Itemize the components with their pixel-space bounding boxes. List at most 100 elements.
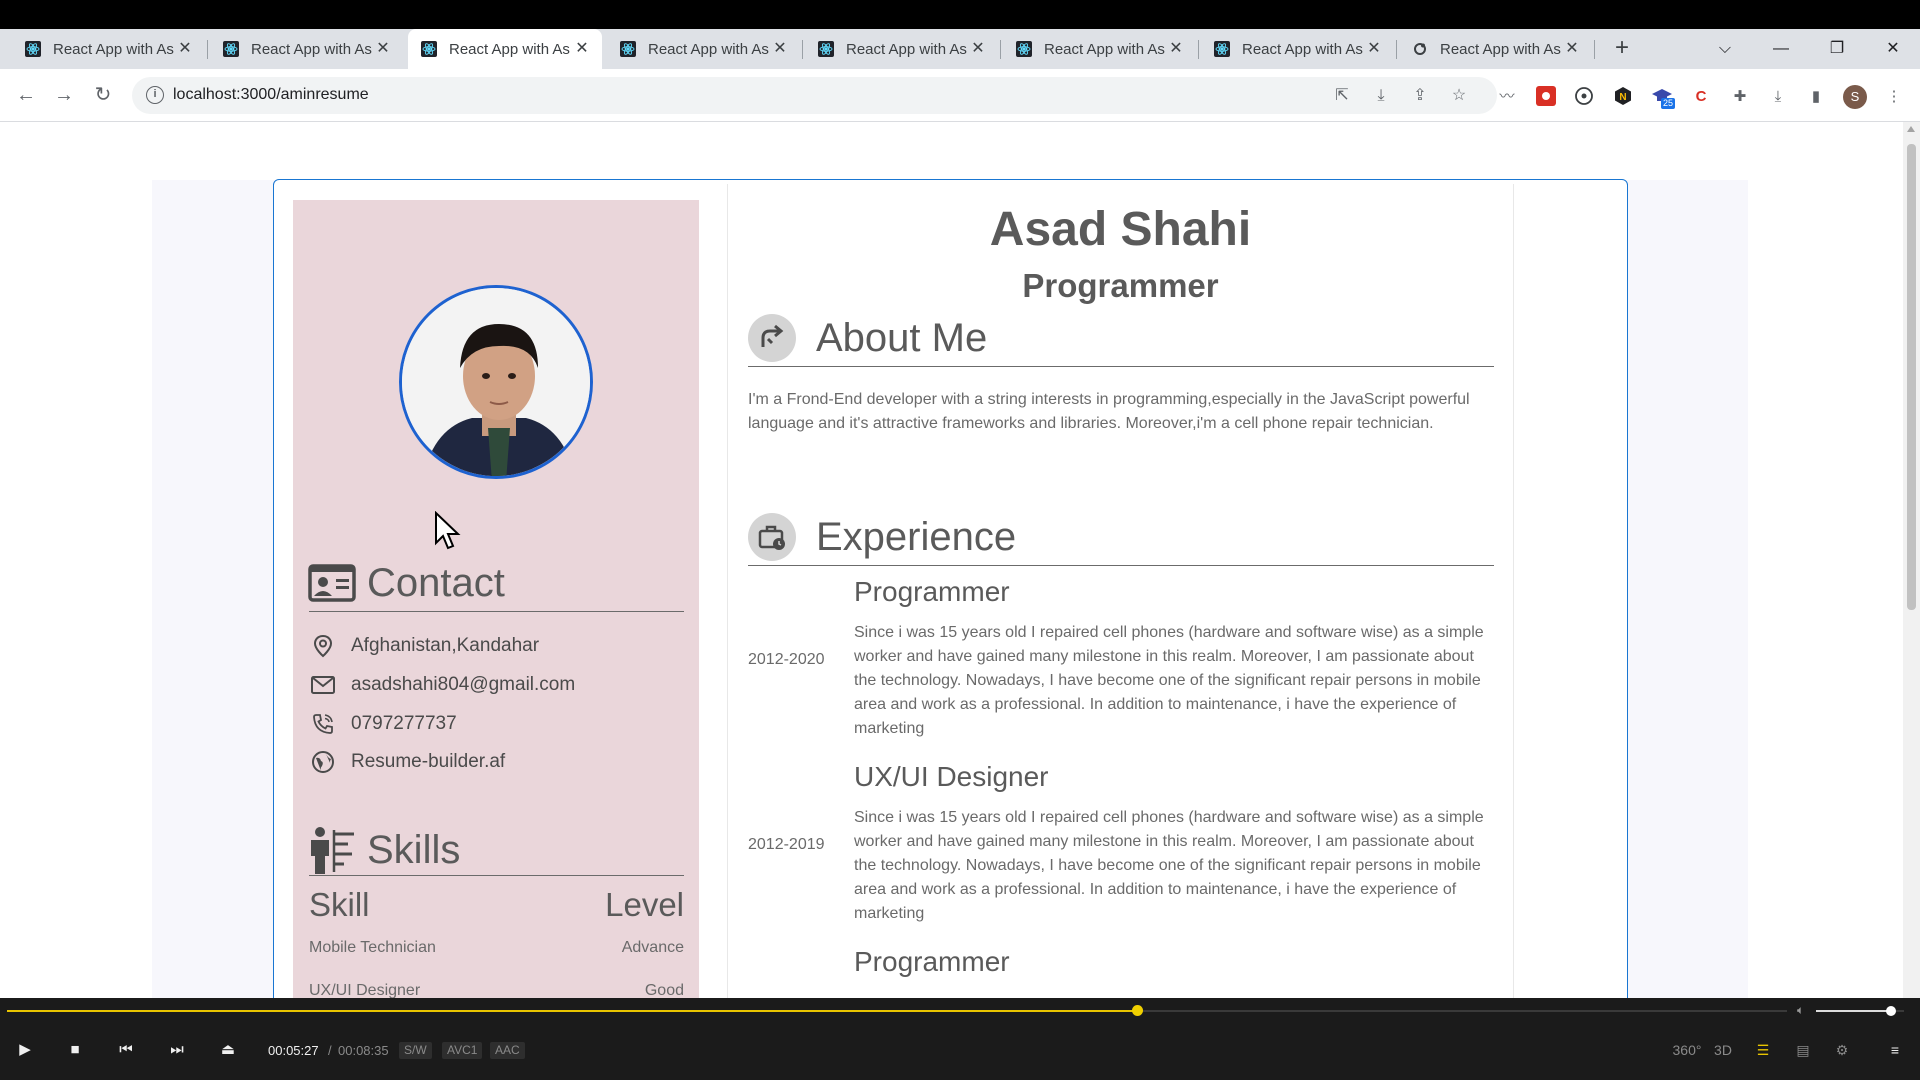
experience-title: Programmer [854, 576, 1010, 607]
scroll-up-arrow-icon[interactable] [1907, 126, 1915, 132]
contact-phone[interactable]: 0797277737 [309, 712, 457, 736]
restore-button[interactable]: ❐ [1809, 29, 1865, 69]
experience-description: Since i was 15 years old I repaired cell… [854, 624, 1484, 737]
contact-card-icon [308, 564, 356, 602]
skill-name: UX/UI Designer [309, 982, 421, 998]
volume-handle[interactable] [1885, 1006, 1896, 1016]
forward-button[interactable]: → [50, 81, 78, 109]
tab-close-icon[interactable]: ✕ [373, 39, 393, 59]
reload-button[interactable]: ↻ [89, 81, 117, 109]
3d-button[interactable]: 3D [1710, 1040, 1736, 1060]
previous-button[interactable]: ⏮ [113, 1038, 139, 1062]
contact-website[interactable]: Resume-builder.af [309, 750, 505, 774]
extension-hex-icon[interactable]: N [1612, 86, 1634, 108]
experience-years: 2012-2020 [748, 651, 825, 668]
media-player-bar: 🔈︎ ▶ ■ ⏮ ⏭ ⏏ 00:05:27 / 00:08:35 S/W AVC… [0, 998, 1920, 1080]
resume-role: Programmer [1022, 267, 1219, 304]
tab-divider [802, 40, 803, 59]
eject-button[interactable]: ⏏ [215, 1038, 241, 1062]
browser-tab-4[interactable]: React App with As ✕ [607, 29, 800, 69]
resume-name: Asad Shahi [989, 203, 1252, 256]
about-divider [748, 366, 1494, 367]
browser-tab-7[interactable]: React App with As ✕ [1201, 29, 1394, 69]
react-favicon-icon [817, 40, 835, 58]
back-button[interactable]: ← [12, 81, 40, 109]
mouse-cursor-icon [435, 511, 461, 550]
extension-circle-icon[interactable] [1573, 86, 1595, 108]
seek-bar[interactable] [7, 1005, 1787, 1016]
tab-close-icon[interactable]: ✕ [175, 39, 195, 59]
seek-handle[interactable] [1132, 1005, 1144, 1016]
extension-red-icon[interactable] [1535, 86, 1557, 108]
minimize-button[interactable]: — [1753, 29, 1809, 69]
tab-search-chevron-icon[interactable]: ⌵ [1697, 29, 1753, 69]
tab-close-icon[interactable]: ✕ [770, 39, 790, 59]
open-in-app-icon[interactable]: ⇱ [1332, 86, 1352, 106]
profile-avatar[interactable]: S [1843, 85, 1867, 109]
level-column-header: Level [605, 886, 684, 923]
browser-tab-8[interactable]: React App with As ✕ [1399, 29, 1592, 69]
browser-tab-6[interactable]: React App with As ✕ [1003, 29, 1196, 69]
playlist-search-icon[interactable]: ☰ [1750, 1040, 1776, 1060]
new-tab-button[interactable]: + [1608, 36, 1636, 61]
page-scrollbar[interactable] [1903, 122, 1920, 998]
tab-close-icon[interactable]: ✕ [572, 39, 592, 59]
side-panel-icon[interactable]: ▮ [1805, 86, 1827, 108]
loading-favicon-icon [1411, 40, 1429, 58]
svg-text:N: N [1619, 92, 1626, 103]
contact-divider [309, 611, 684, 612]
subtitles-icon[interactable]: ▤ [1790, 1040, 1816, 1060]
bookmark-star-icon[interactable]: ☆ [1449, 86, 1469, 106]
site-info-icon[interactable]: i [146, 86, 164, 104]
downloads-icon[interactable]: ⤓ [1767, 86, 1789, 108]
mail-icon [309, 673, 337, 697]
tab-title: React App with As [1440, 40, 1561, 58]
tab-title: React App with As [1242, 40, 1363, 58]
extension-graph-icon[interactable]: 〰 [1496, 86, 1518, 108]
url-text[interactable]: localhost:3000/aminresume [173, 86, 369, 104]
phone-text[interactable]: 0797277737 [351, 713, 457, 735]
browser-tab-5[interactable]: React App with As ✕ [805, 29, 998, 69]
settings-gear-icon[interactable]: ⚙ [1829, 1040, 1855, 1060]
stop-button[interactable]: ■ [62, 1038, 88, 1062]
current-time: 00:05:27 [268, 1043, 319, 1058]
extensions-puzzle-icon[interactable]: ✚ [1729, 86, 1751, 108]
tab-close-icon[interactable]: ✕ [1166, 39, 1186, 59]
extension-graduation-icon[interactable]: 25 [1651, 86, 1676, 109]
tab-close-icon[interactable]: ✕ [1364, 39, 1384, 59]
share-icon[interactable]: ⇪ [1410, 86, 1430, 106]
contact-email[interactable]: asadshahi804@gmail.com [309, 673, 575, 697]
globe-icon [309, 750, 337, 774]
close-window-button[interactable]: ✕ [1865, 29, 1920, 69]
about-heading: About Me [816, 316, 988, 360]
experience-divider [748, 565, 1494, 566]
chrome-menu-icon[interactable]: ⋮ [1883, 86, 1905, 108]
codec-badge: AVC1 [442, 1042, 483, 1059]
browser-toolbar: ← → ↻ i localhost:3000/aminresume ⇱ ⤓ ⇪ … [0, 69, 1920, 122]
total-time: 00:08:35 [338, 1043, 389, 1058]
experience-title: UX/UI Designer [854, 761, 1049, 792]
browser-tab-2[interactable]: React App with As ✕ [210, 29, 403, 69]
screen-top-bar [0, 0, 1920, 29]
play-button[interactable]: ▶ [12, 1038, 38, 1062]
volume-slider[interactable] [1816, 1006, 1904, 1016]
browser-tab-1[interactable]: React App with As ✕ [12, 29, 205, 69]
email-text[interactable]: asadshahi804@gmail.com [351, 674, 575, 696]
tab-title: React App with As [53, 40, 174, 58]
scrollbar-thumb[interactable] [1907, 144, 1916, 610]
codec-badge: AAC [490, 1042, 525, 1059]
volume-level [1816, 1010, 1891, 1012]
website-text[interactable]: Resume-builder.af [351, 751, 505, 773]
browser-tab-3[interactable]: React App with As ✕ [408, 29, 602, 69]
react-favicon-icon [1213, 40, 1231, 58]
address-bar[interactable]: i localhost:3000/aminresume ⇱ ⤓ ⇪ ☆ [132, 77, 1497, 114]
menu-icon[interactable]: ≡ [1882, 1040, 1908, 1060]
extension-c-icon[interactable]: C [1690, 86, 1712, 108]
volume-icon[interactable]: 🔈︎ [1797, 1003, 1809, 1017]
next-button[interactable]: ⏭ [164, 1038, 190, 1062]
tab-close-icon[interactable]: ✕ [968, 39, 988, 59]
experience-description: Since i was 15 years old I repaired cell… [854, 809, 1484, 922]
tab-close-icon[interactable]: ✕ [1562, 39, 1582, 59]
install-icon[interactable]: ⤓ [1371, 86, 1391, 106]
vr-360-button[interactable]: 360° [1670, 1040, 1704, 1060]
